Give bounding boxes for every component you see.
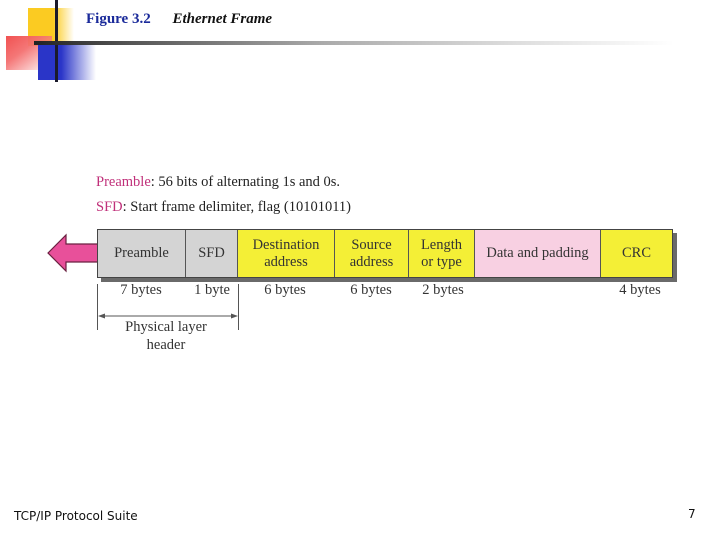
bracket-right-tick xyxy=(238,284,239,330)
decor-blue-square xyxy=(38,44,96,80)
field-label: Preamble xyxy=(114,245,169,261)
legend-sfd: SFD: Start frame delimiter, flag (101010… xyxy=(96,199,351,216)
size-source-address: 6 bytes xyxy=(350,282,392,298)
field-label-line1: Destination xyxy=(252,236,320,253)
legend-definition: : 56 bits of alternating 1s and 0s. xyxy=(150,174,341,190)
size-crc: 4 bytes xyxy=(619,282,661,298)
slide-title: Figure 3.2 Ethernet Frame xyxy=(86,11,272,28)
legend-term: SFD xyxy=(96,199,123,215)
field-label: SFD xyxy=(198,245,225,261)
field-data-and-padding: Data and padding xyxy=(475,230,601,277)
field-preamble: Preamble xyxy=(98,230,186,277)
field-sfd: SFD xyxy=(186,230,238,277)
title-underline xyxy=(34,41,674,45)
field-crc: CRC xyxy=(601,230,672,277)
legend-definition: : Start frame delimiter, flag (10101011) xyxy=(122,199,352,215)
size-length-or-type: 2 bytes xyxy=(422,282,464,298)
field-label: CRC xyxy=(621,245,651,261)
physical-header-label-line2: header xyxy=(146,337,186,353)
physical-header-label: Physical layer header xyxy=(105,318,227,354)
field-label-line1: Source xyxy=(351,236,392,253)
bracket-left-tick xyxy=(97,284,98,330)
legend-preamble: Preamble: 56 bits of alternating 1s and … xyxy=(96,174,340,191)
ethernet-frame: Preamble SFD Destination address Source … xyxy=(97,229,673,278)
field-label: Data and padding xyxy=(486,245,589,261)
field-destination-address: Destination address xyxy=(238,230,335,277)
figure-title: Ethernet Frame xyxy=(172,11,273,27)
field-label-line2: address xyxy=(264,253,308,270)
field-label-line2: address xyxy=(349,253,394,270)
left-arrow-icon xyxy=(47,233,98,273)
page-number: 7 xyxy=(688,507,696,521)
figure-label: Figure 3.2 xyxy=(86,11,151,27)
size-sfd: 1 byte xyxy=(194,282,230,298)
field-label-line1: Length xyxy=(420,236,463,253)
field-label-line2: or type xyxy=(421,253,462,270)
field-source-address: Source address xyxy=(335,230,409,277)
size-preamble: 7 bytes xyxy=(120,282,162,298)
field-length-or-type: Length or type xyxy=(409,230,475,277)
size-destination-address: 6 bytes xyxy=(264,282,306,298)
physical-header-label-line1: Physical layer xyxy=(125,319,207,335)
footer-text: TCP/IP Protocol Suite xyxy=(14,509,138,523)
legend-term: Preamble xyxy=(96,174,151,190)
